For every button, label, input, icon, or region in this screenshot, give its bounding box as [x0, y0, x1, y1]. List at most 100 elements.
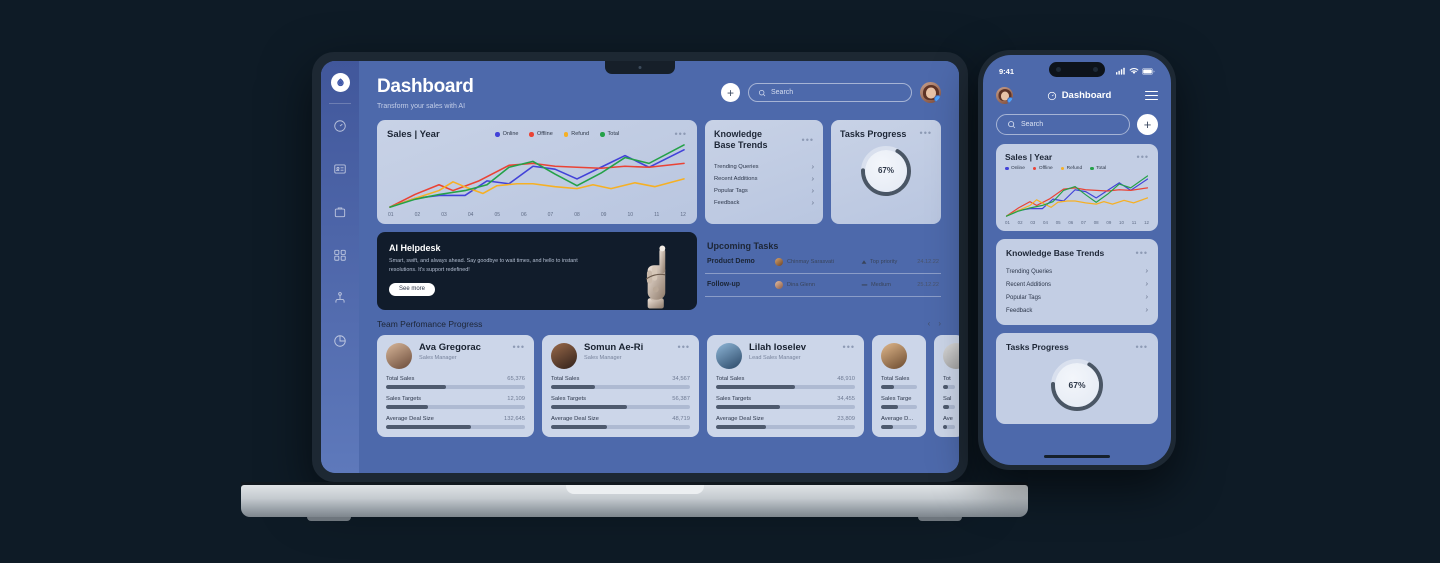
tasks-progress-donut-wrap: 67%: [840, 145, 932, 197]
knowledge-base-menu-button[interactable]: •••: [802, 135, 814, 145]
sensor-dot: [1093, 67, 1098, 72]
sidebar-item-dashboard[interactable]: [332, 118, 348, 134]
metric-header: Total Sales: [881, 376, 917, 382]
phone-kb-header: Knowledge Base Trends •••: [1006, 248, 1148, 258]
member-menu-button[interactable]: •••: [513, 342, 525, 352]
sidebar-item-briefcase[interactable]: [332, 204, 348, 220]
kb-title-line-2: Base Trends: [714, 140, 768, 151]
page-subtitle: Transform your sales with AI: [377, 102, 466, 110]
member-metric: Total Sales 34,567: [551, 376, 690, 389]
kb-item-popular-tags[interactable]: Popular Tags ›: [714, 185, 814, 197]
sidebar-item-integrations[interactable]: [332, 247, 348, 263]
battery-icon: [1142, 67, 1155, 75]
metric-header: Total Sales 48,910: [716, 376, 855, 382]
task-date: 24.12.22: [917, 258, 939, 265]
add-button[interactable]: +: [1137, 114, 1158, 135]
phone-sales-chart-menu-button[interactable]: •••: [1137, 152, 1149, 162]
member-metric: Sales Targe: [881, 396, 917, 409]
carousel-next-button[interactable]: ›: [938, 319, 941, 328]
x-tick: 05: [494, 211, 500, 218]
kb-item-trending-queries[interactable]: Trending Queries ›: [1006, 265, 1148, 278]
sidebar-item-analytics[interactable]: [332, 333, 348, 349]
series-line-online: [389, 148, 685, 208]
kb-item-feedback[interactable]: Feedback ›: [714, 197, 814, 209]
kb-item-popular-tags[interactable]: Popular Tags ›: [1006, 291, 1148, 304]
legend-swatch: [1032, 166, 1037, 171]
metric-bar-fill: [881, 385, 894, 389]
search-input[interactable]: Search: [996, 114, 1130, 135]
tasks-progress-value: 67%: [877, 166, 894, 176]
team-section-header: Team Perfomance Progress ‹ ›: [377, 319, 941, 329]
kb-item-feedback[interactable]: Feedback ›: [1006, 304, 1148, 317]
team-member-card[interactable]: Ava Gregorac Sales Manager ••• Total Sal…: [377, 334, 534, 437]
member-avatar: [386, 342, 412, 369]
user-avatar[interactable]: [920, 82, 941, 103]
metric-bar: [716, 425, 855, 429]
legend-item-refund: Refund: [1060, 166, 1082, 171]
x-tick: 10: [1119, 220, 1124, 225]
kb-item-label: Feedback: [1006, 307, 1033, 314]
hamburger-icon[interactable]: [1145, 90, 1158, 101]
phone-kb-menu-button[interactable]: •••: [1136, 248, 1148, 258]
metric-label: Total Sales: [716, 375, 745, 382]
metric-value: 34,455: [837, 395, 855, 402]
member-metric: Average Deal Size 48,719: [551, 416, 690, 429]
search-input[interactable]: Search: [748, 83, 912, 102]
sidebar-item-reports[interactable]: [332, 161, 348, 177]
user-avatar[interactable]: [996, 87, 1013, 104]
phone-tasks-title: Tasks Progress: [1006, 342, 1069, 352]
metric-label: Average Deal Size: [716, 415, 764, 422]
x-tick: 02: [414, 211, 421, 218]
tasks-progress-header: Tasks Progress •••: [840, 129, 932, 139]
task-assignee: Dina Glenn: [775, 280, 861, 289]
team-member-card[interactable]: Lilah Ioselev Lead Sales Manager ••• Tot…: [707, 334, 864, 437]
sidebar-item-team[interactable]: [332, 290, 348, 306]
kb-item-trending-queries[interactable]: Trending Queries ›: [714, 161, 814, 173]
chevron-right-icon: ›: [1145, 268, 1148, 275]
phone-sales-chart-card: Sales | Year ••• Online Offline Refund T…: [996, 144, 1158, 231]
member-metric: Sales Targets 34,455: [716, 396, 855, 409]
x-tick: 02: [1017, 220, 1023, 225]
member-menu-button[interactable]: •••: [678, 342, 690, 352]
task-row[interactable]: Product Demo Chinmay Sarasvati Top prior…: [705, 251, 941, 274]
task-row[interactable]: Follow-up Dina Glenn Medium 25.12.22: [705, 274, 941, 297]
phone-sales-chart-header: Sales | Year •••: [1005, 152, 1149, 162]
member-menu-button[interactable]: •••: [843, 342, 855, 352]
phone-tasks-menu-button[interactable]: •••: [1136, 342, 1148, 352]
phone-page-title-group: Dashboard: [1047, 90, 1111, 101]
see-more-button[interactable]: See more: [389, 282, 436, 296]
metric-header: Average Deal Size 23,809: [716, 416, 855, 422]
leaf-logo-icon[interactable]: [330, 73, 350, 92]
metric-bar-fill: [386, 405, 428, 409]
kb-item-recent-additions[interactable]: Recent Additions ›: [1006, 278, 1148, 291]
robot-hand-image: [645, 245, 666, 309]
add-button[interactable]: +: [721, 83, 740, 102]
kb-item-recent-additions[interactable]: Recent Additions ›: [714, 173, 814, 185]
team-member-card[interactable]: Total Sales Sales Targe Average D...: [872, 334, 926, 437]
member-header: Lilah Ioselev Lead Sales Manager •••: [716, 341, 855, 369]
wifi-icon: [1129, 68, 1139, 74]
assignee-avatar: [775, 280, 783, 289]
team-member-card[interactable]: Somun Ae-Ri Sales Manager ••• Total Sale…: [542, 334, 699, 437]
x-tick: 06: [1068, 220, 1074, 225]
x-tick: 09: [600, 211, 607, 218]
ai-helpdesk-description: Smart, swift, and always ahead. Say good…: [389, 257, 578, 273]
member-name: Lilah Ioselev: [749, 341, 807, 353]
priority-label: Top priority: [870, 258, 898, 265]
sales-chart-menu-button[interactable]: •••: [675, 129, 687, 139]
assignee-avatar: [775, 257, 783, 266]
metric-bar-fill: [943, 385, 948, 389]
team-member-card[interactable]: Tot Sal Ave: [934, 334, 959, 437]
series-line-online: [1005, 178, 1149, 217]
carousel-prev-button[interactable]: ‹: [928, 319, 931, 328]
x-tick: 08: [1093, 220, 1099, 225]
laptop-foot: [307, 517, 351, 521]
assignee-name: Dina Glenn: [787, 281, 815, 288]
metric-bar: [881, 405, 917, 409]
metric-bar-fill: [881, 405, 899, 409]
page-title: Dashboard: [377, 76, 474, 97]
metric-bar-fill: [386, 425, 471, 429]
metric-label: Sales Targets: [386, 395, 422, 402]
legend-swatch: [1005, 166, 1009, 171]
tasks-progress-menu-button[interactable]: •••: [920, 129, 932, 138]
